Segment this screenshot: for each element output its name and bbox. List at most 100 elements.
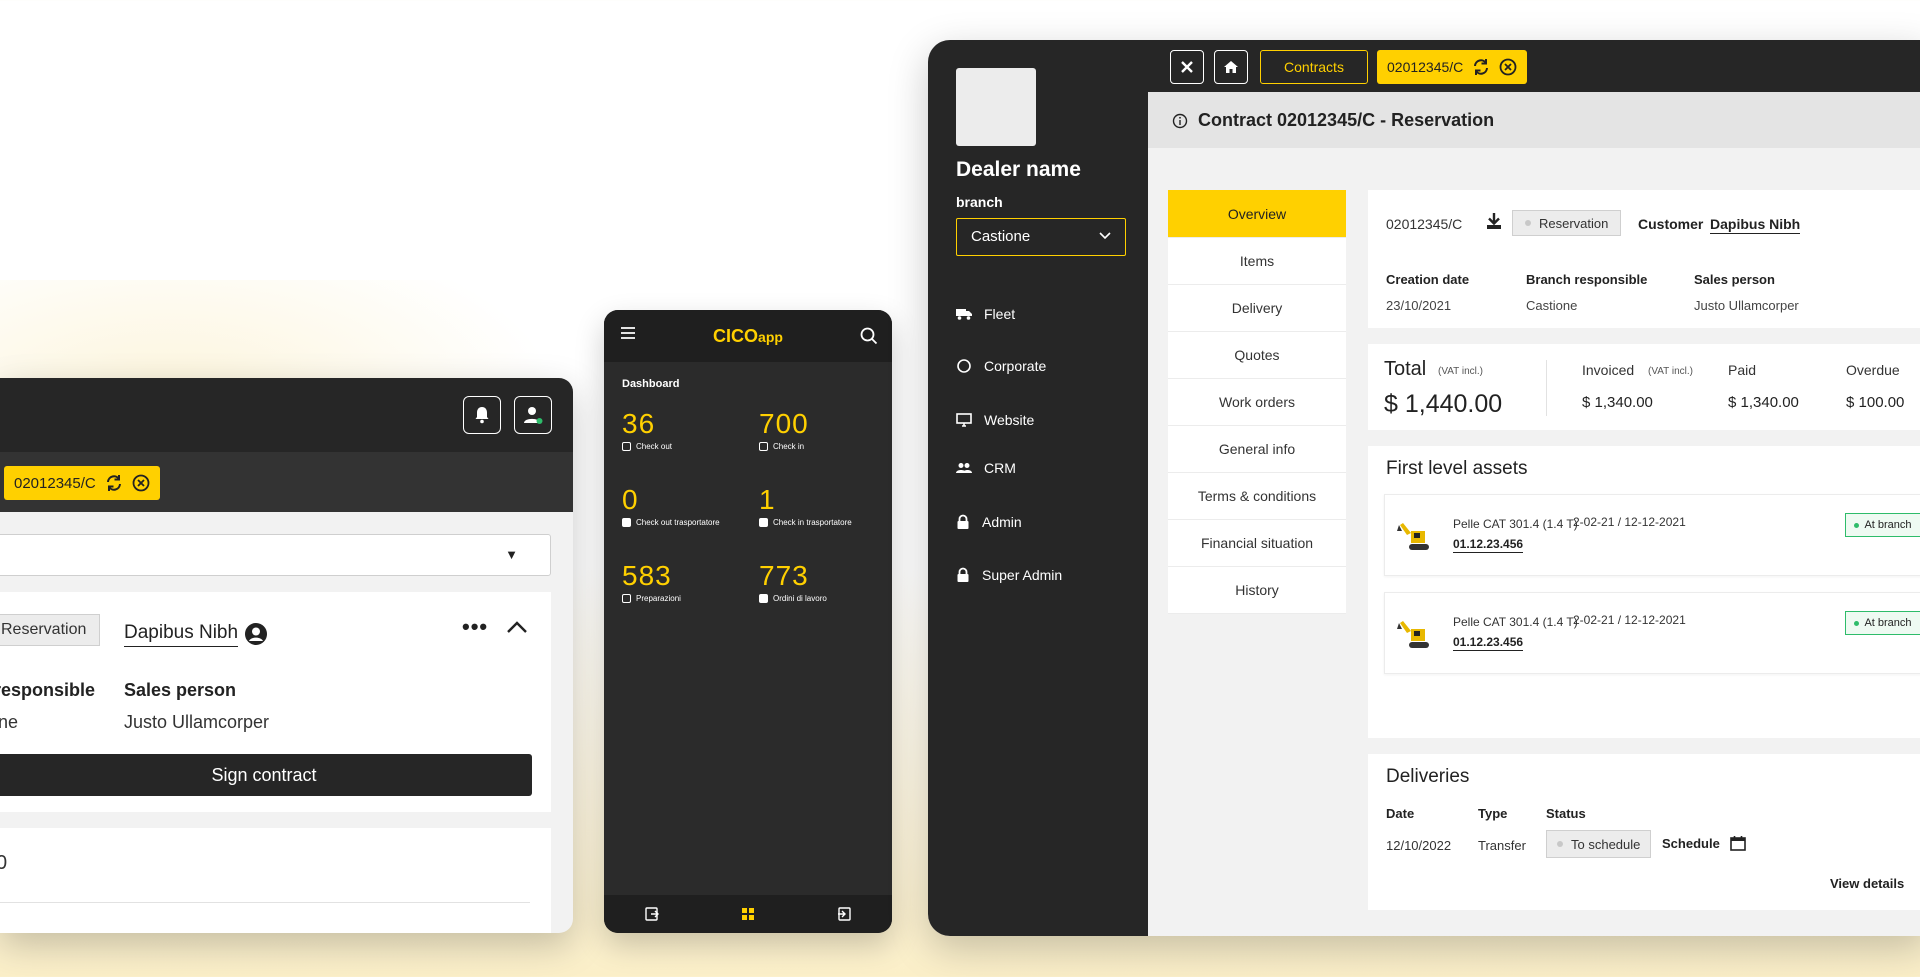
creation-date-value: 23/10/2021 <box>1386 298 1452 313</box>
search-icon[interactable] <box>860 327 878 345</box>
asset-row[interactable]: Pelle CAT 301.4 (1.4 T) 2-02-21 / 12-12-… <box>1384 494 1920 576</box>
check-out-icon <box>622 442 631 451</box>
sidebar-item-crm[interactable]: CRM <box>956 460 1016 476</box>
schedule-button[interactable]: Schedule <box>1662 835 1746 851</box>
document-icon <box>759 594 768 603</box>
dashboard-nav-icon[interactable] <box>741 907 755 921</box>
dealer-name: Dealer name <box>956 158 1081 181</box>
partial-value: 0 <box>0 852 8 874</box>
status-text: Reservation <box>1539 215 1609 231</box>
contract-chip[interactable]: 02012345/C <box>4 466 160 500</box>
status-badge: To schedule <box>1546 830 1652 858</box>
contract-tabs: Overview Items Delivery Quotes Work orde… <box>1168 190 1346 614</box>
contract-number: 02012345/C <box>1386 216 1463 232</box>
stat-check-in[interactable]: 700 Check in <box>759 410 809 451</box>
panel-topbar <box>0 378 573 452</box>
stat-label: Check out <box>636 442 673 451</box>
stat-check-out-transport[interactable]: 0 Check out trasportatore <box>622 486 720 527</box>
stat-value: 36 <box>622 408 656 439</box>
check-out-nav-icon[interactable] <box>645 907 659 921</box>
sidebar-item-super-admin[interactable]: Super Admin <box>956 567 1062 583</box>
home-icon <box>1224 61 1238 73</box>
desktop-contract-panel: 02012345/C ▼ Reservation Dapibus Nibh ••… <box>0 378 573 933</box>
sidebar-item-corporate[interactable]: Corporate <box>956 358 1046 374</box>
dashboard-title: Dashboard <box>622 378 680 390</box>
tab-financial-situation[interactable]: Financial situation <box>1168 520 1346 567</box>
contract-chip[interactable]: 02012345/C <box>1377 50 1528 84</box>
delivery-date: 12/10/2022 <box>1386 838 1452 853</box>
close-circle-icon[interactable] <box>1499 58 1517 76</box>
tab-terms[interactable]: Terms & conditions <box>1168 473 1346 520</box>
chevron-up-icon[interactable] <box>506 620 528 634</box>
home-button[interactable] <box>1214 50 1248 84</box>
sidebar: Dealer name branch Castione Fleet Corpor… <box>928 40 1148 936</box>
notifications-button[interactable] <box>463 396 501 434</box>
dropdown-caret-icon: ▼ <box>505 547 518 562</box>
branch-select[interactable]: Castione <box>956 218 1126 256</box>
stat-work-orders[interactable]: 773 Ordini di lavoro <box>759 562 827 603</box>
monitor-icon <box>956 413 972 427</box>
stat-value: 0 <box>622 484 639 515</box>
download-icon[interactable] <box>1486 212 1502 230</box>
more-options-button[interactable]: ••• <box>462 614 488 640</box>
status-text: At branch <box>1864 519 1912 531</box>
creation-date-label: Creation date <box>1386 272 1470 287</box>
asset-name: Pelle CAT 301.4 (1.4 T) <box>1453 517 1578 531</box>
sidebar-item-admin[interactable]: Admin <box>956 514 1022 530</box>
status-badge: Reservation <box>0 614 100 646</box>
truck-icon <box>956 309 972 320</box>
clipboard-icon <box>622 594 631 603</box>
sign-contract-button[interactable]: Sign contract <box>0 754 532 796</box>
sidebar-item-fleet[interactable]: Fleet <box>956 306 1015 322</box>
stat-value: 773 <box>759 560 809 591</box>
asset-code-link[interactable]: 01.12.23.456 <box>1453 537 1524 553</box>
section-title: First level assets <box>1386 458 1528 479</box>
first-level-assets-card: First level assets Pelle CAT 301.4 (1.4 … <box>1368 446 1920 738</box>
panel-select[interactable]: ▼ <box>0 534 551 576</box>
brand-sub: app <box>758 329 783 345</box>
customer-link[interactable]: Dapibus Nibh <box>1710 216 1801 234</box>
asset-row[interactable]: Pelle CAT 301.4 (1.4 T) 2-02-21 / 12-12-… <box>1384 592 1920 674</box>
branch-responsible-label: Branch responsible <box>1526 272 1648 287</box>
tab-quotes[interactable]: Quotes <box>1168 332 1346 379</box>
status-badge: Reservation <box>1512 210 1622 236</box>
tab-history[interactable]: History <box>1168 567 1346 614</box>
stat-check-in-transport[interactable]: 1 Check in trasportatore <box>759 486 852 527</box>
status-badge: At branch <box>1845 611 1920 635</box>
tab-delivery[interactable]: Delivery <box>1168 285 1346 332</box>
branch-select-value: Castione <box>971 228 1031 245</box>
account-circle-icon <box>245 623 267 645</box>
page-title-bar: Contract 02012345/C - Reservation <box>1148 92 1920 148</box>
people-icon <box>956 463 972 473</box>
close-circle-icon[interactable] <box>132 474 150 492</box>
status-badge: At branch <box>1845 513 1920 537</box>
asset-code-link[interactable]: 01.12.23.456 <box>1453 635 1524 651</box>
sidebar-item-label: CRM <box>984 460 1016 476</box>
tab-items[interactable]: Items <box>1168 238 1346 285</box>
customer-link[interactable]: Dapibus Nibh <box>124 622 239 647</box>
date-column-header: Date <box>1386 806 1415 821</box>
close-button[interactable] <box>1170 50 1204 84</box>
stat-check-out[interactable]: 36 Check out <box>622 410 672 451</box>
page-title: Contract 02012345/C - Reservation <box>1198 110 1495 130</box>
tab-overview[interactable]: Overview <box>1168 190 1346 238</box>
status-dot <box>1557 841 1563 847</box>
check-in-nav-icon[interactable] <box>837 907 851 921</box>
stat-label: Check in trasportatore <box>773 518 852 527</box>
view-details-link[interactable]: View details <box>1830 876 1904 891</box>
tab-general-info[interactable]: General info <box>1168 426 1346 473</box>
refresh-icon[interactable] <box>104 474 124 492</box>
sidebar-item-website[interactable]: Website <box>956 412 1034 428</box>
profile-button[interactable] <box>514 396 552 434</box>
tab-work-orders[interactable]: Work orders <box>1168 379 1346 426</box>
contract-info-card: 02012345/C Reservation Customer Dapibus … <box>1368 190 1920 328</box>
info-icon <box>1172 113 1188 128</box>
refresh-icon[interactable] <box>1471 58 1491 76</box>
type-column-header: Type <box>1478 806 1508 821</box>
stat-preparations[interactable]: 583 Preparazioni <box>622 562 681 603</box>
contract-chip-label: 02012345/C <box>14 474 96 492</box>
deliveries-card: Deliveries Date Type Status 12/10/2022 T… <box>1368 754 1920 910</box>
app-logo: CICOapp <box>604 326 892 347</box>
contracts-tab[interactable]: Contracts <box>1260 50 1368 84</box>
close-icon <box>1181 61 1193 73</box>
